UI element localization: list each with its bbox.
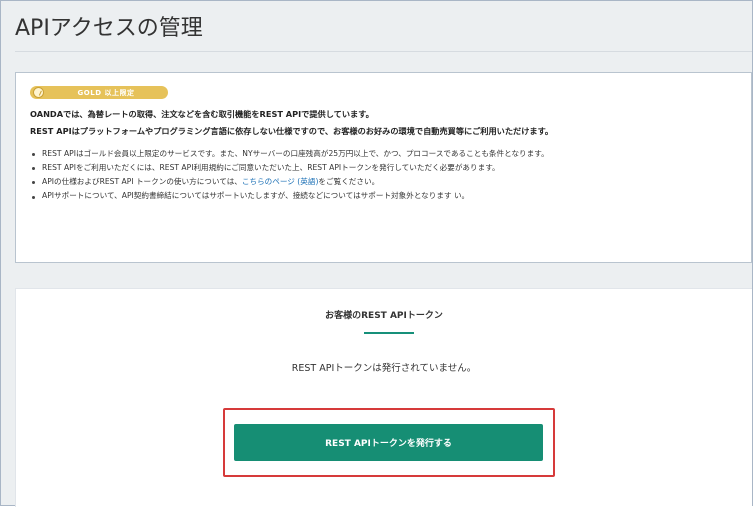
list-item-text: APIサポートについて、API契約書締結についてはサポートいたしますが、接続など… bbox=[42, 191, 470, 200]
list-item: APIの仕様およびREST API トークンの使い方については、こちらのページ … bbox=[30, 175, 741, 189]
list-item: APIサポートについて、API契約書締結についてはサポートいたしますが、接続など… bbox=[30, 190, 530, 201]
list-item-text: APIの仕様およびREST API トークンの使い方については、 bbox=[42, 177, 242, 186]
heading-underline bbox=[364, 332, 414, 334]
api-info-panel: GOLD 以上限定 OANDAでは、為替レートの取得、注文などを含む取引機能をR… bbox=[15, 72, 752, 263]
list-item-text: REST APIをご利用いただくには、REST API利用規約にご同意いただいた… bbox=[42, 163, 500, 172]
gold-badge-label: GOLD 以上限定 bbox=[77, 88, 135, 97]
token-status-text: REST APIトークンは発行されていません。 bbox=[291, 363, 477, 374]
medal-icon bbox=[33, 87, 44, 98]
intro-line-1: OANDAでは、為替レートの取得、注文などを含む取引機能をREST APIで提供… bbox=[30, 109, 374, 119]
gold-badge: GOLD 以上限定 bbox=[30, 86, 168, 99]
intro-line-2: REST APIはプラットフォームやプログラミング言語に依存しない仕様ですので、… bbox=[30, 126, 554, 136]
api-docs-link[interactable]: こちらのページ (英語) bbox=[242, 177, 319, 186]
list-item-text: をご覧ください。 bbox=[318, 177, 380, 186]
list-item: REST APIはゴールド会員以上限定のサービスです。また、NYサーバーの口座残… bbox=[30, 147, 741, 161]
conditions-list: REST APIはゴールド会員以上限定のサービスです。また、NYサーバーの口座残… bbox=[30, 147, 741, 201]
page-title: APIアクセスの管理 bbox=[15, 16, 203, 41]
token-heading: お客様のREST APIトークン bbox=[325, 311, 443, 321]
list-item-text: REST APIはゴールド会員以上限定のサービスです。また、NYサーバーの口座残… bbox=[42, 149, 549, 158]
token-panel: お客様のREST APIトークン REST APIトークンは発行されていません。… bbox=[15, 288, 752, 507]
list-item: REST APIをご利用いただくには、REST API利用規約にご同意いただいた… bbox=[30, 161, 741, 175]
issue-token-button[interactable]: REST APIトークンを発行する bbox=[234, 424, 543, 461]
intro-text: OANDAでは、為替レートの取得、注文などを含む取引機能をREST APIで提供… bbox=[30, 106, 737, 140]
window-frame: APIアクセスの管理 GOLD 以上限定 OANDAでは、為替レートの取得、注文… bbox=[0, 0, 753, 507]
title-divider bbox=[15, 51, 752, 52]
